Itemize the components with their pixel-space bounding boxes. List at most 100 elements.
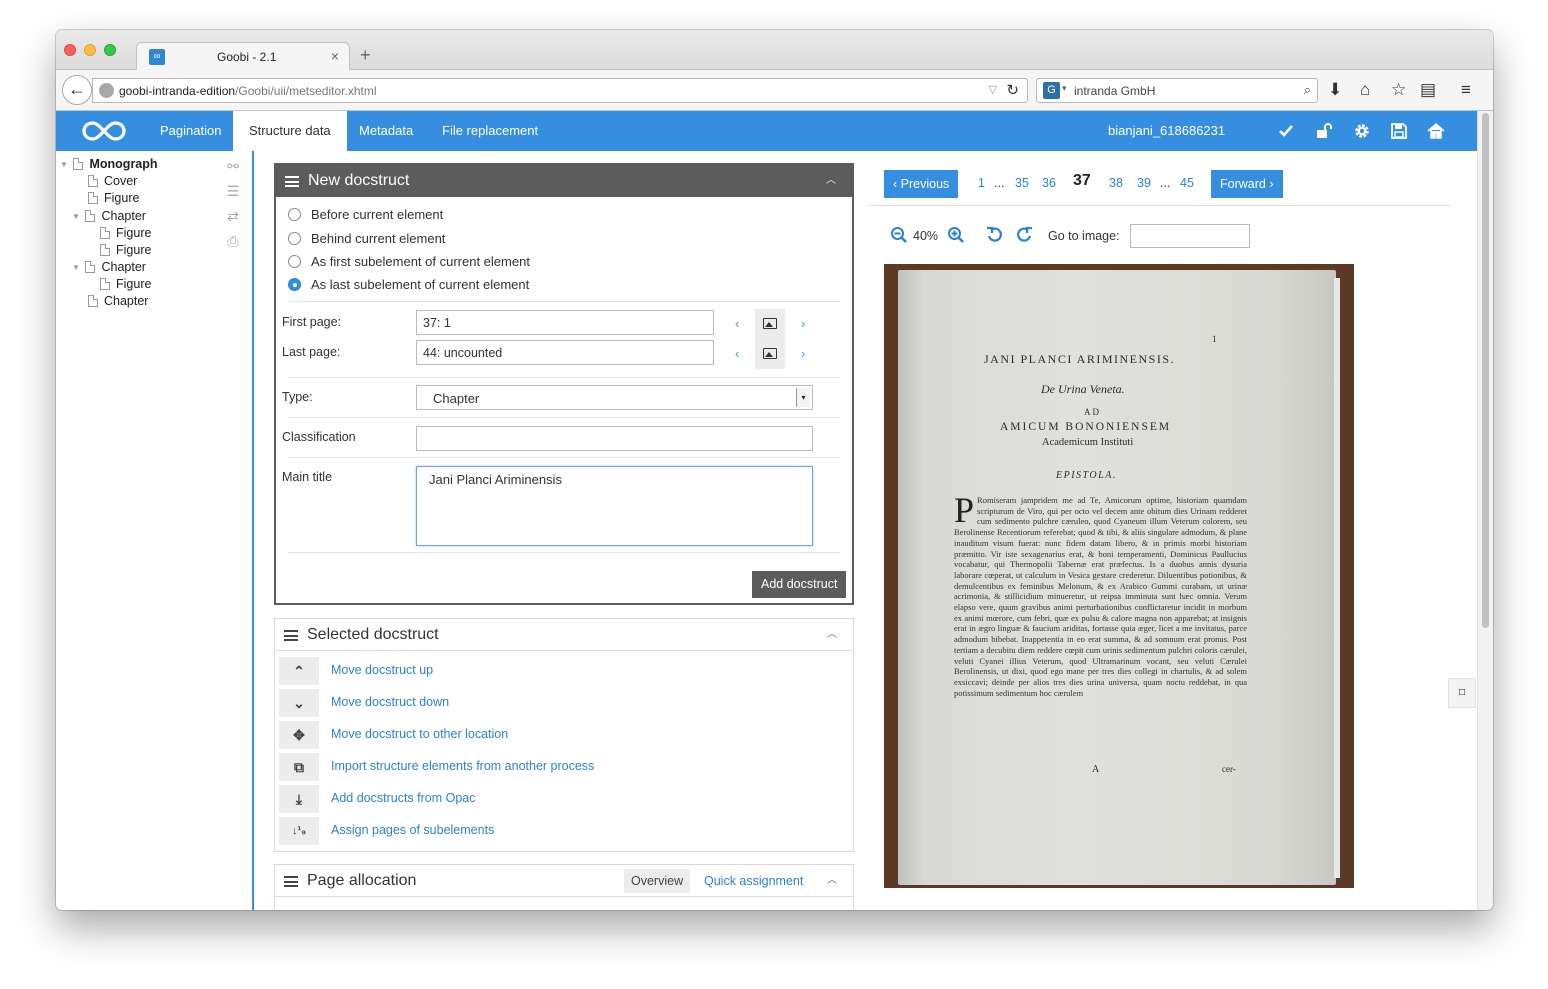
panel-header[interactable]: Selected docstruct ︿ (275, 619, 853, 651)
action-label[interactable]: Move docstruct up (331, 663, 433, 677)
rotate-right-icon[interactable] (1015, 226, 1033, 244)
puzzle-icon[interactable]: ⧉ (279, 753, 319, 781)
page-scan-image[interactable]: 1 JANI PLANCI ARIMINENSIS. De Urina Vene… (884, 264, 1354, 888)
search-engine-dropdown-icon[interactable]: ▾ (1062, 83, 1067, 94)
search-engine-icon[interactable]: G (1043, 82, 1060, 99)
home-icon[interactable]: ⌂ (1360, 79, 1370, 101)
search-bar[interactable]: G ▾ intranda GmbH ⌕ (1036, 78, 1318, 103)
page-scrollbar[interactable] (1477, 111, 1493, 910)
page-link-35[interactable]: 35 (1015, 176, 1029, 190)
tab-pagination[interactable]: Pagination (144, 111, 237, 151)
expand-triangle-icon[interactable]: ▼ (72, 208, 82, 225)
tree-item[interactable]: Figure (100, 242, 151, 259)
tree-item[interactable]: Cover (88, 173, 137, 190)
action-label[interactable]: Move docstruct down (331, 695, 449, 709)
expand-triangle-icon[interactable]: ▼ (60, 156, 70, 173)
tree-item[interactable]: Figure (88, 190, 139, 207)
zoom-in-icon[interactable] (947, 226, 965, 244)
tree-item[interactable]: Chapter (88, 293, 148, 310)
close-tab-icon[interactable]: × (331, 48, 339, 64)
last-page-next-icon[interactable]: › (801, 346, 805, 361)
swap-icon[interactable]: ⇄ (224, 208, 242, 224)
page-link-38[interactable]: 38 (1109, 176, 1123, 190)
url-bar[interactable]: goobi-intranda-edition/Goobi/uii/metsedi… (92, 78, 1028, 103)
menu-icon[interactable]: ≡ (1461, 79, 1471, 101)
maximize-window-button[interactable] (104, 44, 116, 56)
type-select[interactable]: Chapter ▾ (416, 385, 813, 410)
bookmark-icon[interactable]: ⌑ (1448, 678, 1476, 708)
minimize-window-button[interactable] (84, 44, 96, 56)
chevron-down-icon[interactable]: ⌄ (279, 689, 319, 717)
last-page-input[interactable] (416, 340, 714, 365)
checkmark-icon[interactable] (1277, 122, 1295, 140)
collapse-chevron-icon[interactable]: ︿ (827, 865, 837, 897)
action-label[interactable]: Import structure elements from another p… (331, 759, 594, 773)
action-label[interactable]: Move docstruct to other location (331, 727, 508, 741)
unlink-icon[interactable]: ⚯ (224, 158, 242, 174)
reading-list-icon[interactable]: ▤ (1420, 79, 1436, 101)
first-page-image-button[interactable] (755, 309, 785, 339)
zoom-out-icon[interactable] (890, 226, 908, 244)
panel-header[interactable]: New docstruct ︿ (276, 165, 852, 197)
tree-item[interactable]: ▼ Chapter (72, 208, 146, 225)
page-link-39[interactable]: 39 (1137, 176, 1151, 190)
action-label[interactable]: Assign pages of subelements (331, 823, 494, 837)
home-icon[interactable] (1427, 122, 1445, 140)
collapse-chevron-icon[interactable]: ︿ (827, 619, 837, 651)
radio-button-selected[interactable] (288, 278, 301, 291)
rotate-left-icon[interactable] (986, 226, 1004, 244)
page-link-1[interactable]: 1 (978, 176, 985, 190)
unlock-icon[interactable] (1315, 122, 1333, 140)
forward-button[interactable]: Forward › (1211, 170, 1283, 198)
browser-tab[interactable]: ∞ Goobi - 2.1 × (136, 42, 350, 71)
print-icon[interactable]: ⎙ (224, 233, 242, 249)
first-page-prev-icon[interactable]: ‹ (735, 316, 739, 331)
page-link-45[interactable]: 45 (1180, 176, 1194, 190)
radio-before[interactable]: Before current element (288, 206, 443, 224)
radio-button[interactable] (288, 208, 301, 221)
tree-item[interactable]: Figure (100, 276, 151, 293)
dropdown-arrow-icon[interactable]: ▾ (796, 388, 810, 407)
chevron-up-icon[interactable]: ⌃ (279, 657, 319, 685)
add-docstruct-button[interactable]: Add docstruct (752, 571, 847, 598)
goobi-logo-icon[interactable] (82, 117, 126, 145)
tab-metadata[interactable]: Metadata (343, 111, 429, 151)
tree-item[interactable]: ▼ Monograph (60, 156, 158, 173)
scrollbar-thumb[interactable] (1482, 113, 1489, 628)
radio-button[interactable] (288, 232, 301, 245)
reload-icon[interactable]: ↻ (1006, 81, 1019, 99)
move-arrows-icon[interactable]: ✥ (279, 721, 319, 749)
last-page-image-button[interactable] (755, 339, 785, 369)
tab-file-replacement[interactable]: File replacement (426, 111, 554, 151)
last-page-prev-icon[interactable]: ‹ (735, 346, 739, 361)
sort-numeric-icon[interactable]: ↓¹₉ (279, 817, 319, 845)
panel-header[interactable]: Page allocation Overview Quick assignmen… (275, 865, 853, 897)
tree-item[interactable]: Figure (100, 225, 151, 242)
radio-last-sub[interactable]: As last subelement of current element (288, 276, 529, 294)
radio-button[interactable] (288, 255, 301, 268)
page-link-36[interactable]: 36 (1042, 176, 1056, 190)
list-icon[interactable]: ☰ (224, 183, 242, 199)
back-button[interactable]: ← (62, 75, 92, 105)
tree-item[interactable]: ▼ Chapter (72, 259, 146, 276)
gear-icon[interactable] (1353, 122, 1371, 140)
first-page-input[interactable] (416, 310, 714, 335)
first-page-next-icon[interactable]: › (801, 316, 805, 331)
tab-quick-assignment[interactable]: Quick assignment (697, 869, 810, 893)
url-dropdown-icon[interactable]: ▽ (989, 83, 997, 96)
close-window-button[interactable] (64, 44, 76, 56)
tab-overview[interactable]: Overview (624, 869, 691, 893)
download-icon[interactable]: ⤓ (279, 785, 319, 813)
downloads-icon[interactable]: ⬇ (1328, 79, 1342, 101)
goto-image-input[interactable] (1130, 224, 1250, 248)
new-tab-button[interactable]: + (360, 46, 371, 64)
bookmark-star-icon[interactable]: ☆ (1391, 79, 1406, 101)
radio-first-sub[interactable]: As first subelement of current element (288, 253, 530, 271)
main-title-textarea[interactable]: Jani Planci Ariminensis (416, 466, 813, 546)
collapse-chevron-icon[interactable]: ︿ (826, 165, 836, 197)
save-icon[interactable] (1390, 122, 1408, 140)
tab-structure-data[interactable]: Structure data (233, 111, 347, 151)
search-icon[interactable]: ⌕ (1304, 82, 1311, 98)
classification-input[interactable] (416, 426, 813, 451)
previous-button[interactable]: ‹ Previous (884, 170, 959, 198)
